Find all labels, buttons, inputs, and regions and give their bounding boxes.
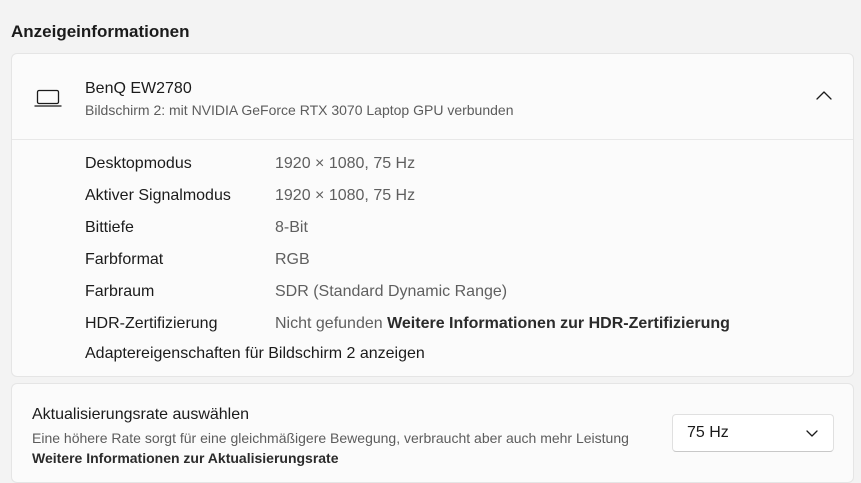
info-value-wrapper: Nicht gefunden Weitere Informationen zur… — [275, 313, 730, 335]
refresh-rate-description: Eine höhere Rate sorgt für eine gleichmä… — [32, 428, 642, 468]
refresh-rate-dropdown[interactable]: 75 Hz — [672, 414, 834, 452]
info-value: SDR (Standard Dynamic Range) — [275, 283, 508, 300]
monitor-name: BenQ EW2780 — [85, 80, 192, 97]
refresh-rate-title: Aktualisierungsrate auswählen — [32, 406, 250, 423]
info-label: Bittiefe — [85, 219, 134, 236]
display-info-card: BenQ EW2780 Bildschirm 2: mit NVIDIA GeF… — [11, 53, 854, 377]
info-value: 1920 × 1080, 75 Hz — [275, 187, 416, 204]
section-title: Anzeigeinformationen — [11, 22, 190, 41]
monitor-connection: Bildschirm 2: mit NVIDIA GeForce RTX 307… — [85, 102, 514, 118]
laptop-icon — [34, 89, 62, 107]
info-label: HDR-Zertifizierung — [85, 315, 218, 332]
chevron-up-icon[interactable] — [815, 88, 833, 104]
refresh-rate-card: Aktualisierungsrate auswählen Eine höher… — [11, 383, 854, 483]
info-label: Aktiver Signalmodus — [85, 187, 231, 204]
info-value: 1920 × 1080, 75 Hz — [275, 155, 416, 172]
refresh-rate-selected: 75 Hz — [687, 424, 729, 441]
monitor-header[interactable]: BenQ EW2780 Bildschirm 2: mit NVIDIA GeF… — [12, 54, 853, 140]
info-value: RGB — [275, 251, 310, 268]
info-label: Farbraum — [85, 283, 155, 300]
info-value: Nicht gefunden — [275, 315, 383, 332]
adapter-properties-link[interactable]: Adaptereigenschaften für Bildschirm 2 an… — [85, 345, 425, 363]
info-value: 8-Bit — [275, 219, 308, 236]
hdr-info-link[interactable]: Weitere Informationen zur HDR-Zertifizie… — [387, 315, 730, 332]
info-label: Farbformat — [85, 251, 164, 268]
refresh-rate-description-text: Eine höhere Rate sorgt für eine gleichmä… — [32, 430, 629, 446]
chevron-down-icon — [806, 430, 818, 437]
refresh-rate-info-link[interactable]: Weitere Informationen zur Aktualisierung… — [32, 450, 339, 466]
info-label: Desktopmodus — [85, 155, 192, 172]
